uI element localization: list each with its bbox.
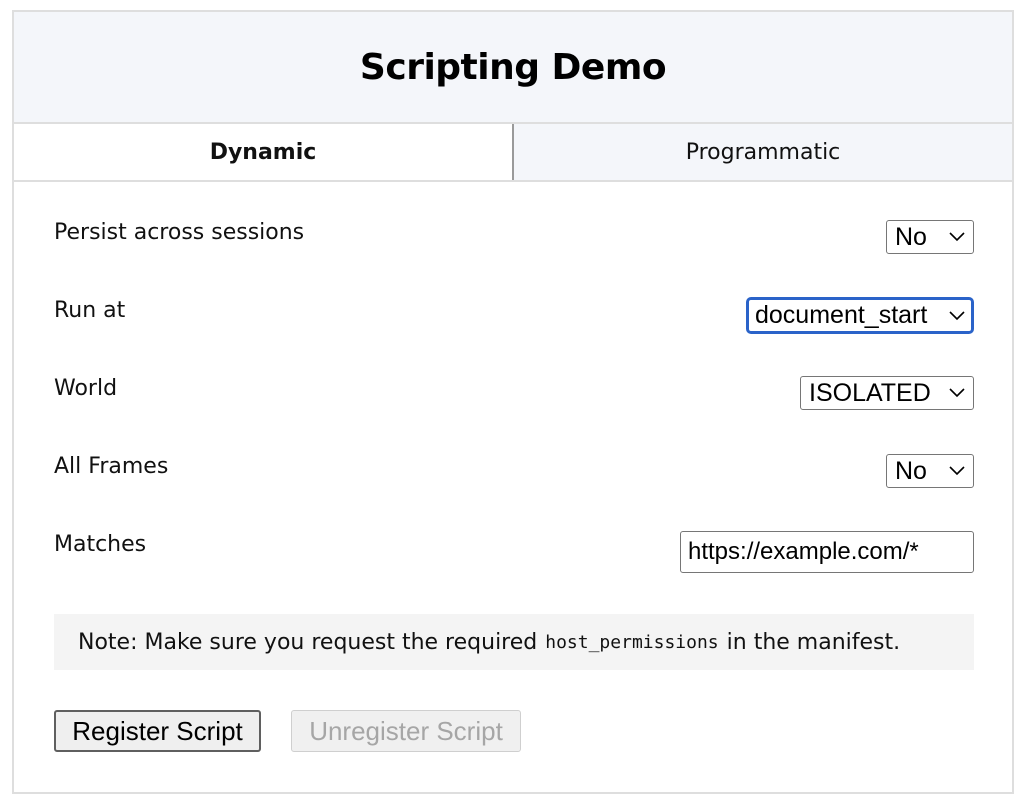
all-frames-row: All Frames No [54,448,974,498]
matches-label: Matches [54,532,147,557]
all-frames-value: No [895,456,927,485]
tab-programmatic[interactable]: Programmatic [514,124,1012,180]
persist-select[interactable]: No [886,220,974,254]
chevron-down-icon [949,229,965,245]
run-at-label: Run at [54,298,126,323]
chevron-down-icon [949,463,965,479]
chevron-down-icon [949,385,965,401]
tab-dynamic[interactable]: Dynamic [14,124,514,180]
matches-input[interactable] [680,531,974,573]
note-prefix: Note: Make sure you request the required [78,629,538,655]
page-title: Scripting Demo [359,46,667,88]
run-at-value: document_start [755,301,928,329]
persist-row: Persist across sessions No [54,214,974,264]
run-at-select[interactable]: document_start [746,297,974,334]
persist-value: No [895,222,927,251]
chevron-down-icon [949,308,965,324]
run-at-row: Run at document_start [54,292,974,342]
host-permissions-note: Note: Make sure you request the required… [54,614,974,670]
persist-label: Persist across sessions [54,220,305,245]
world-row: World ISOLATED [54,370,974,420]
register-script-button[interactable]: Register Script [54,710,261,752]
tab-bar: Dynamic Programmatic [14,124,1012,182]
world-label: World [54,376,118,401]
header: Scripting Demo [14,12,1012,124]
matches-row: Matches [54,526,974,576]
world-select[interactable]: ISOLATED [800,376,974,410]
note-code: host_permissions [545,631,719,653]
all-frames-select[interactable]: No [886,454,974,488]
all-frames-label: All Frames [54,454,169,479]
note-suffix: in the manifest. [726,629,901,655]
unregister-script-button: Unregister Script [291,710,521,752]
world-value: ISOLATED [809,378,931,407]
